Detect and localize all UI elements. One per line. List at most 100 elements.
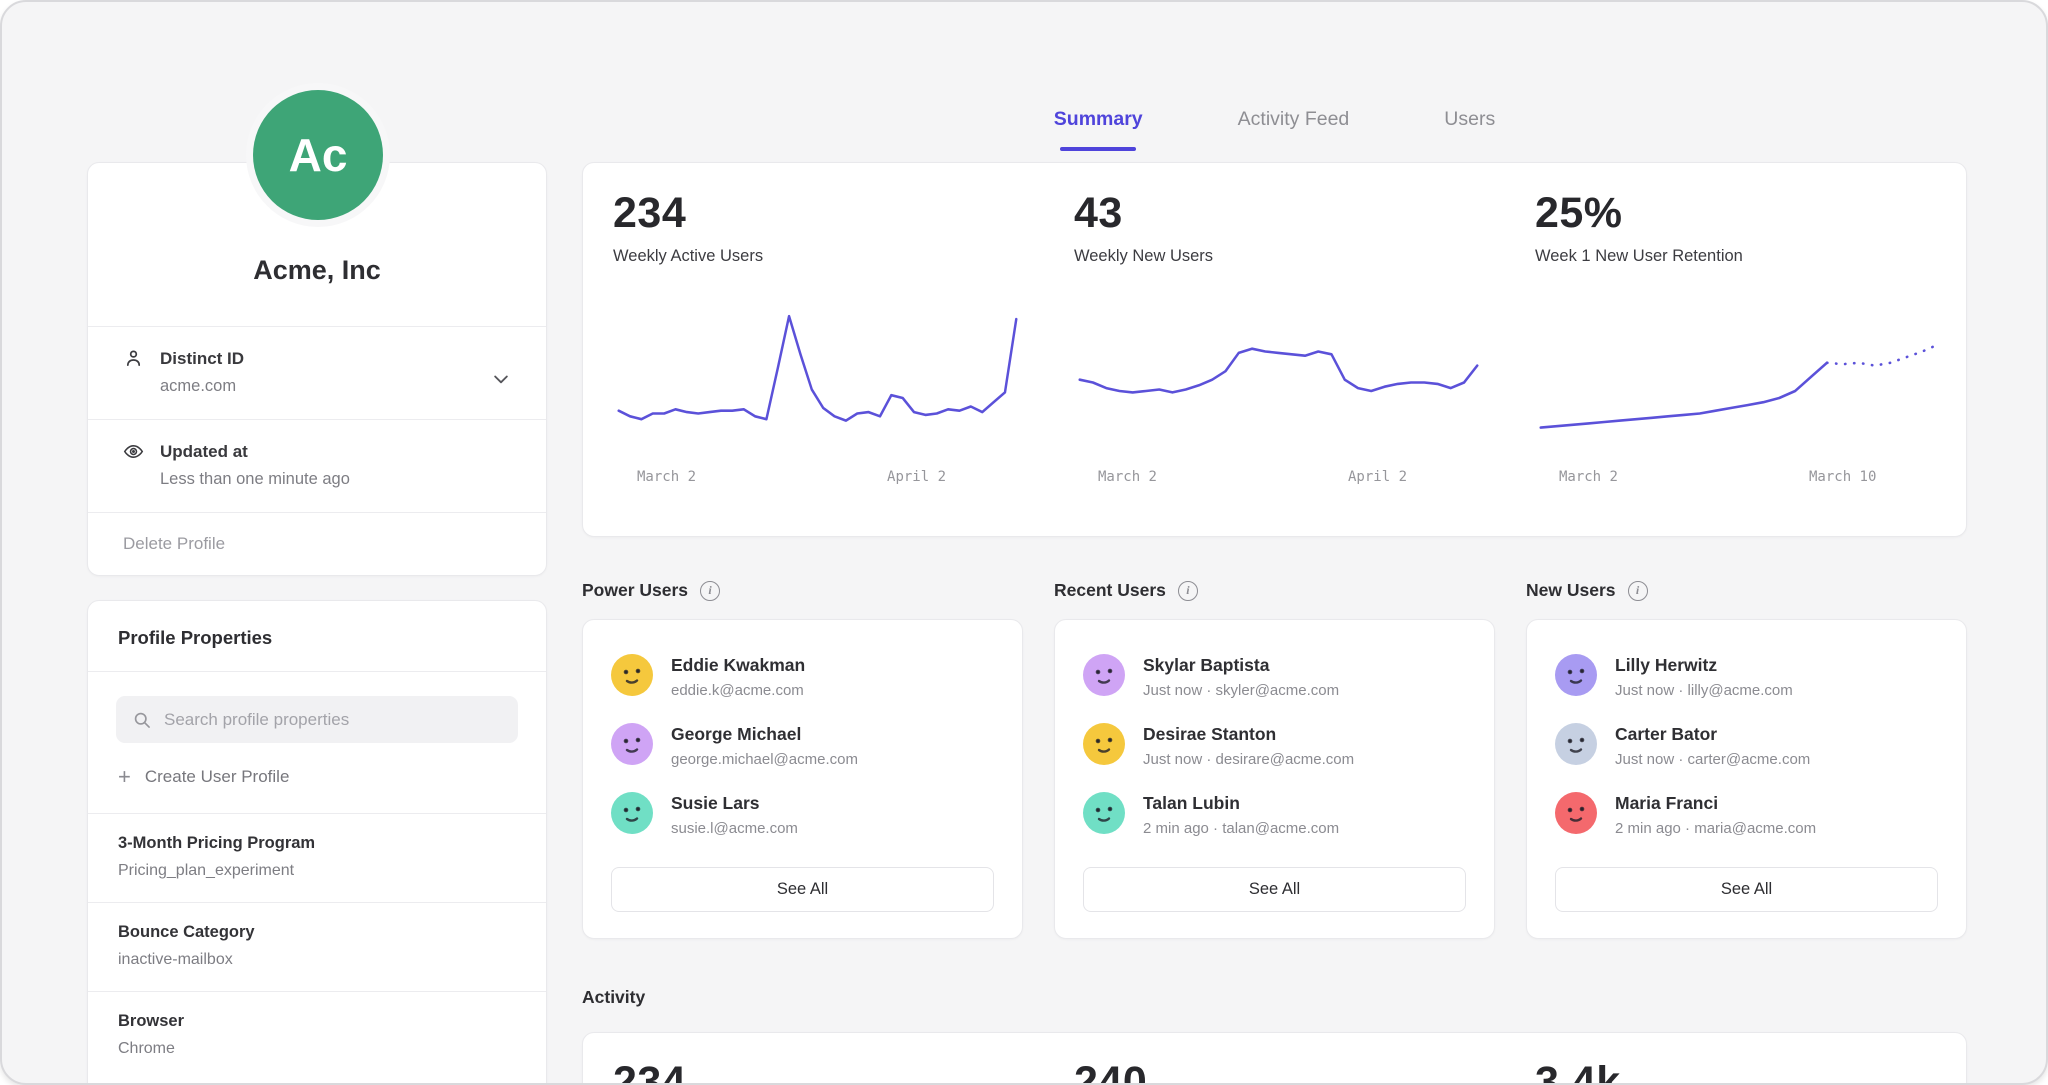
property-value: Pricing_plan_experiment (118, 862, 516, 880)
user-name: Carter Bator (1615, 723, 1810, 745)
property-row[interactable]: Bounce Category inactive-mailbox (88, 903, 546, 991)
tab-summary[interactable]: Summary (1054, 108, 1143, 151)
property-value: inactive-mailbox (118, 951, 516, 969)
divider (88, 671, 546, 672)
user-row[interactable]: Desirae Stanton Just now · desirare@acme.… (1083, 723, 1466, 768)
field-value: acme.com (160, 377, 511, 396)
field-label: Distinct ID (160, 349, 244, 369)
weekly-active-users-chart (613, 296, 1022, 461)
x-tick: March 2 (1098, 469, 1157, 485)
user-list: Lilly Herwitz Just now · lilly@acme.com Ca… (1555, 654, 1938, 837)
user-avatar (1555, 723, 1597, 765)
user-name: Lilly Herwitz (1615, 654, 1793, 676)
x-tick: April 2 (887, 469, 946, 485)
recent-users-section: Recent Users i Skylar BaptistaJust now ·… (1054, 580, 1495, 939)
property-label: 3-Month Pricing Program (118, 834, 516, 853)
user-avatar (611, 792, 653, 834)
user-name: Talan Lubin (1143, 792, 1339, 814)
user-name: Desirae Stanton (1143, 723, 1354, 745)
profile-properties-search[interactable] (116, 696, 518, 743)
x-axis: March 2 March 10 (1535, 469, 1944, 491)
tab-activity-feed[interactable]: Activity Feed (1238, 108, 1350, 151)
user-row[interactable]: Talan Lubin2 min ago · talan@acme.com (1083, 792, 1466, 837)
info-icon[interactable]: i (1178, 581, 1198, 601)
see-all-button[interactable]: See All (611, 867, 994, 912)
stat-value: 43 (1074, 189, 1483, 238)
user-detail: Just now · desirare@acme.com (1143, 751, 1354, 768)
chevron-down-icon[interactable] (491, 369, 511, 389)
user-avatar (611, 723, 653, 765)
search-input[interactable] (164, 710, 502, 730)
user-detail: 2 min ago · maria@acme.com (1615, 820, 1816, 837)
user-avatar (1083, 723, 1125, 765)
info-icon[interactable]: i (700, 581, 720, 601)
user-row[interactable]: Susie Larssusie.l@acme.com (611, 792, 994, 837)
person-icon (123, 348, 144, 369)
stat-weekly-active-users: 234 Weekly Active Users March 2 April 2 (583, 163, 1044, 536)
see-all-button[interactable]: See All (1555, 867, 1938, 912)
power-users-section: Power Users i Eddie Kwakmaneddie.k@acme.… (582, 580, 1023, 939)
property-row[interactable]: Browser Chrome (88, 992, 546, 1080)
recent-users-card: Skylar BaptistaJust now · skyler@acme.co… (1054, 619, 1495, 939)
user-row[interactable]: Carter Bator Just now · carter@acme.com (1555, 723, 1938, 768)
property-label: Browser (118, 1012, 516, 1031)
x-tick: March 10 (1809, 469, 1876, 485)
stat-value: 25% (1535, 189, 1944, 238)
user-row[interactable]: Lilly Herwitz Just now · lilly@acme.com (1555, 654, 1938, 699)
activity-stat: 240 (1044, 1033, 1505, 1085)
activity-title: Activity (582, 987, 645, 1008)
profile-properties-title: Profile Properties (88, 601, 546, 671)
user-detail: Just now · lilly@acme.com (1615, 682, 1793, 699)
user-detail: susie.l@acme.com (671, 820, 798, 837)
stat-value: 240 (1074, 1058, 1483, 1085)
new-users-section: New Users i Lilly Herwitz Just now · lill… (1526, 580, 1967, 939)
x-axis: March 2 April 2 (613, 469, 1022, 491)
user-name: George Michael (671, 723, 858, 745)
summary-card: 234 Weekly Active Users March 2 April 2 … (582, 162, 1967, 537)
user-name: Eddie Kwakman (671, 654, 805, 676)
stat-value: 3.4k (1535, 1058, 1944, 1085)
stat-label: Weekly New Users (1074, 247, 1483, 266)
field-value: Less than one minute ago (160, 470, 511, 489)
info-icon[interactable]: i (1628, 581, 1648, 601)
user-name: Maria Franci (1615, 792, 1816, 814)
property-row[interactable]: 3-Month Pricing Program Pricing_plan_exp… (88, 814, 546, 902)
eye-icon (123, 441, 144, 462)
user-avatar (1555, 654, 1597, 696)
stat-value: 234 (613, 1058, 1022, 1085)
search-icon (132, 710, 152, 730)
user-row[interactable]: Maria Franci 2 min ago · maria@acme.com (1555, 792, 1938, 837)
user-avatar (1083, 792, 1125, 834)
stat-weekly-new-users: 43 Weekly New Users March 2 April 2 (1044, 163, 1505, 536)
see-all-button[interactable]: See All (1083, 867, 1466, 912)
user-row[interactable]: Skylar BaptistaJust now · skyler@acme.co… (1083, 654, 1466, 699)
x-axis: March 2 April 2 (1074, 469, 1483, 491)
x-tick: April 2 (1348, 469, 1407, 485)
user-list: Eddie Kwakman eddie.k@acme.com George Mich… (611, 654, 994, 837)
section-title: New Users (1526, 580, 1616, 601)
tab-users[interactable]: Users (1444, 108, 1495, 151)
user-detail: Just now · carter@acme.com (1615, 751, 1810, 768)
user-row[interactable]: George Michael george.michael@acme.com (611, 723, 994, 768)
x-tick: March 2 (1559, 469, 1618, 485)
field-label: Updated at (160, 442, 248, 462)
user-avatar (611, 654, 653, 696)
delete-profile-button[interactable]: Delete Profile (88, 513, 546, 575)
new-users-card: Lilly Herwitz Just now · lilly@acme.com Ca… (1526, 619, 1967, 939)
user-avatar (1083, 654, 1125, 696)
profile-properties-card: Profile Properties + Create User Profile… (87, 600, 547, 1085)
power-users-card: Eddie Kwakman eddie.k@acme.com George Mich… (582, 619, 1023, 939)
property-label: Bounce Category (118, 923, 516, 942)
user-row[interactable]: Eddie Kwakman eddie.k@acme.com (611, 654, 994, 699)
create-user-profile-label: Create User Profile (145, 767, 290, 787)
user-detail: Just now · skyler@acme.com (1143, 682, 1339, 699)
user-detail: george.michael@acme.com (671, 751, 858, 768)
create-user-profile-button[interactable]: + Create User Profile (88, 743, 546, 813)
activity-stat: 234 (583, 1033, 1044, 1085)
section-title: Recent Users (1054, 580, 1166, 601)
user-detail: eddie.k@acme.com (671, 682, 805, 699)
updated-at-row: Updated at Less than one minute ago (88, 420, 546, 512)
property-value: Chrome (118, 1040, 516, 1058)
activity-stat: 3.4k (1505, 1033, 1966, 1085)
distinct-id-row[interactable]: Distinct ID acme.com (88, 327, 546, 419)
